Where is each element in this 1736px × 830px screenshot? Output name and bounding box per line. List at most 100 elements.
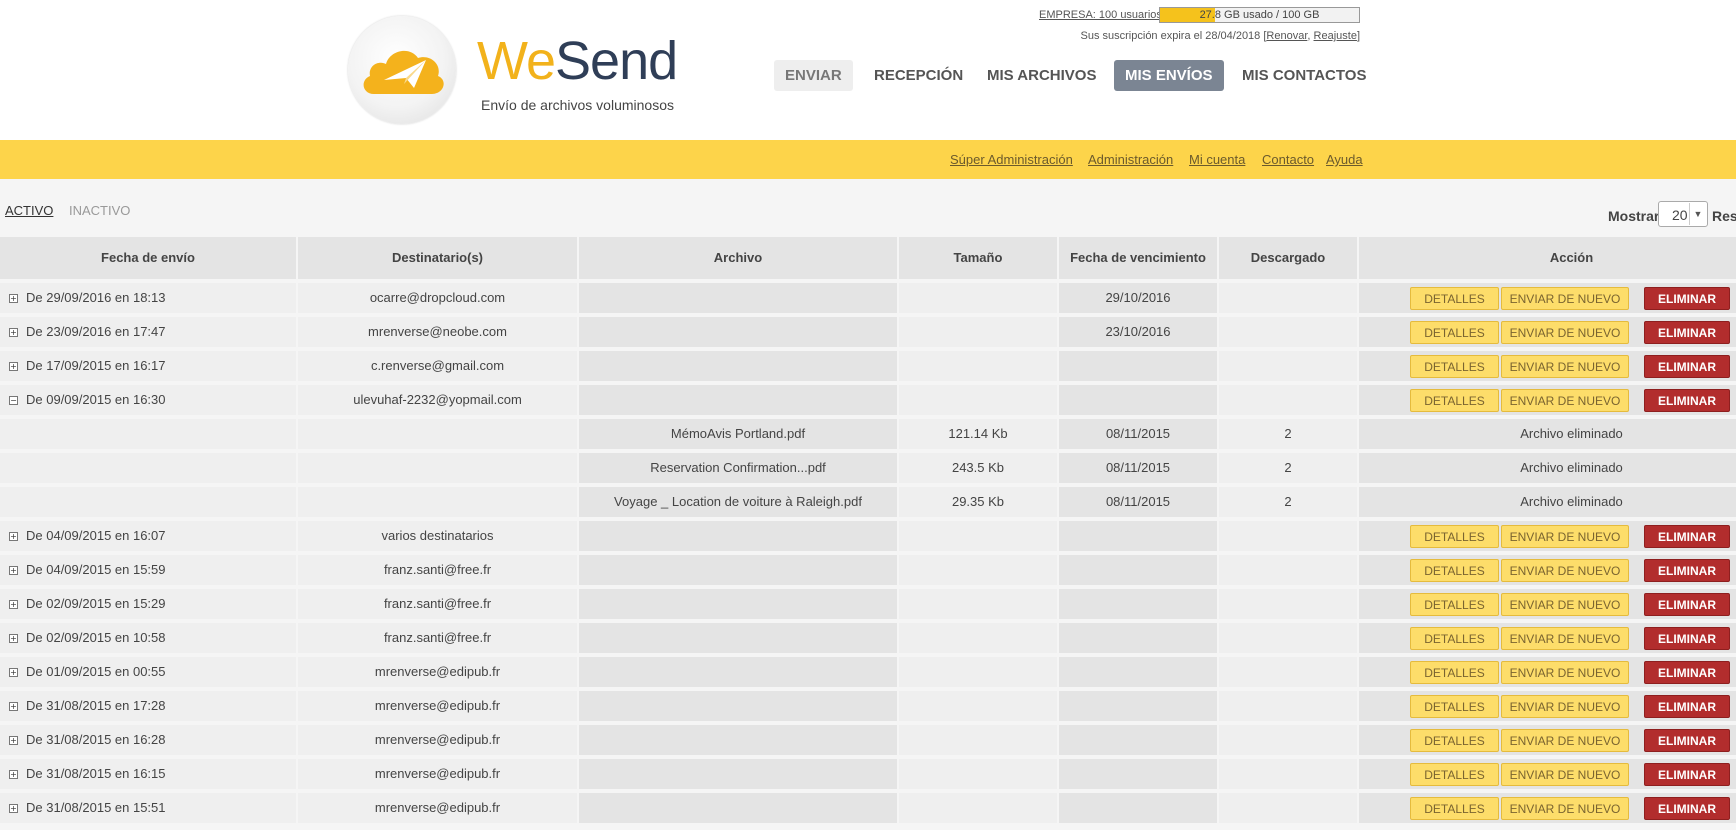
cell-file xyxy=(579,521,897,551)
resend-button[interactable]: ENVIAR DE NUEVO xyxy=(1501,559,1629,582)
resend-button[interactable]: ENVIAR DE NUEVO xyxy=(1501,661,1629,684)
link-ayuda[interactable]: Ayuda xyxy=(1326,152,1363,167)
renew-link[interactable]: Renovar xyxy=(1266,30,1307,42)
expand-icon[interactable]: + xyxy=(9,668,18,677)
resend-button[interactable]: ENVIAR DE NUEVO xyxy=(1501,389,1629,412)
col-header-size[interactable]: Tamaño xyxy=(899,237,1057,279)
cell-file xyxy=(579,385,897,415)
col-header-date[interactable]: Fecha de envío xyxy=(0,237,296,279)
cell-date: + De 02/09/2015 en 15:29 xyxy=(0,589,296,619)
cell-recipient: mrenverse@edipub.fr xyxy=(298,725,577,755)
file-status: Archivo eliminado xyxy=(1520,426,1623,441)
cell-file xyxy=(579,317,897,347)
resend-button[interactable]: ENVIAR DE NUEVO xyxy=(1501,321,1629,344)
details-button[interactable]: DETALLES xyxy=(1410,525,1499,548)
value-file[interactable]: Voyage _ Location de voiture à Raleigh.p… xyxy=(614,494,862,509)
resend-button[interactable]: ENVIAR DE NUEVO xyxy=(1501,797,1629,820)
nav-mis-envios[interactable]: MIS ENVÍOS xyxy=(1114,60,1224,91)
delete-button[interactable]: ELIMINAR xyxy=(1644,695,1730,718)
resend-button[interactable]: ENVIAR DE NUEVO xyxy=(1501,287,1629,310)
cell-downloaded xyxy=(1219,759,1357,789)
value-file[interactable]: Reservation Confirmation...pdf xyxy=(650,460,826,475)
details-button[interactable]: DETALLES xyxy=(1410,661,1499,684)
cell-file xyxy=(579,793,897,823)
resend-button[interactable]: ENVIAR DE NUEVO xyxy=(1501,627,1629,650)
details-button[interactable]: DETALLES xyxy=(1410,389,1499,412)
col-header-expiry[interactable]: Fecha de vencimiento xyxy=(1059,237,1217,279)
delete-button[interactable]: ELIMINAR xyxy=(1644,287,1730,310)
details-button[interactable]: DETALLES xyxy=(1410,695,1499,718)
expand-icon[interactable]: + xyxy=(9,294,18,303)
col-header-downloaded[interactable]: Descargado xyxy=(1219,237,1357,279)
nav-enviar[interactable]: ENVIAR xyxy=(774,60,853,91)
resend-button[interactable]: ENVIAR DE NUEVO xyxy=(1501,763,1629,786)
details-button[interactable]: DETALLES xyxy=(1410,321,1499,344)
delete-button[interactable]: ELIMINAR xyxy=(1644,661,1730,684)
cell-size: 121.14 Kb xyxy=(899,419,1057,449)
tab-activo[interactable]: ACTIVO xyxy=(5,203,53,218)
nav-mis-contactos[interactable]: MIS CONTACTOS xyxy=(1231,60,1377,91)
cell-file xyxy=(579,759,897,789)
expand-icon[interactable]: + xyxy=(9,804,18,813)
expand-icon[interactable]: + xyxy=(9,702,18,711)
expand-icon[interactable]: + xyxy=(9,736,18,745)
delete-button[interactable]: ELIMINAR xyxy=(1644,389,1730,412)
cell-size xyxy=(899,725,1057,755)
link-super-administracion[interactable]: Súper Administración xyxy=(950,152,1073,167)
col-header-file[interactable]: Archivo xyxy=(579,237,897,279)
cell-recipient: franz.santi@free.fr xyxy=(298,623,577,653)
tab-inactivo[interactable]: INACTIVO xyxy=(69,203,130,218)
expand-icon[interactable]: + xyxy=(9,566,18,575)
cell-recipient xyxy=(298,419,577,449)
details-button[interactable]: DETALLES xyxy=(1410,593,1499,616)
page-size-select[interactable]: 20 ▼ xyxy=(1658,201,1708,227)
collapse-icon[interactable]: − xyxy=(9,396,18,405)
details-button[interactable]: DETALLES xyxy=(1410,627,1499,650)
page-size-value: 20 xyxy=(1672,207,1688,223)
resend-button[interactable]: ENVIAR DE NUEVO xyxy=(1501,355,1629,378)
expand-icon[interactable]: + xyxy=(9,600,18,609)
details-button[interactable]: DETALLES xyxy=(1410,729,1499,752)
delete-button[interactable]: ELIMINAR xyxy=(1644,321,1730,344)
expand-icon[interactable]: + xyxy=(9,362,18,371)
nav-recepcion[interactable]: RECEPCIÓN xyxy=(863,60,974,91)
value-size: 243.5 Kb xyxy=(951,460,1005,475)
cell-expires xyxy=(1059,691,1217,721)
details-button[interactable]: DETALLES xyxy=(1410,559,1499,582)
expand-icon[interactable]: + xyxy=(9,634,18,643)
logo[interactable] xyxy=(348,16,456,124)
details-button[interactable]: DETALLES xyxy=(1410,763,1499,786)
cell-expires xyxy=(1059,589,1217,619)
delete-button[interactable]: ELIMINAR xyxy=(1644,355,1730,378)
expand-icon[interactable]: + xyxy=(9,328,18,337)
cell-date xyxy=(0,453,296,483)
details-button[interactable]: DETALLES xyxy=(1410,287,1499,310)
delete-button[interactable]: ELIMINAR xyxy=(1644,525,1730,548)
link-contacto[interactable]: Contacto xyxy=(1262,152,1314,167)
details-button[interactable]: DETALLES xyxy=(1410,797,1499,820)
link-mi-cuenta[interactable]: Mi cuenta xyxy=(1189,152,1245,167)
expand-icon[interactable]: + xyxy=(9,532,18,541)
delete-button[interactable]: ELIMINAR xyxy=(1644,593,1730,616)
details-button[interactable]: DETALLES xyxy=(1410,355,1499,378)
value-file[interactable]: MémoAvis Portland.pdf xyxy=(671,426,805,441)
nav-mis-archivos[interactable]: MIS ARCHIVOS xyxy=(976,60,1107,91)
delete-button[interactable]: ELIMINAR xyxy=(1644,729,1730,752)
readjust-link[interactable]: Reajuste xyxy=(1314,30,1357,42)
cell-date: + De 31/08/2015 en 16:28 xyxy=(0,725,296,755)
company-link[interactable]: EMPRESA: 100 usuarios xyxy=(1039,9,1162,21)
delete-button[interactable]: ELIMINAR xyxy=(1644,559,1730,582)
delete-button[interactable]: ELIMINAR xyxy=(1644,763,1730,786)
resend-button[interactable]: ENVIAR DE NUEVO xyxy=(1501,695,1629,718)
delete-button[interactable]: ELIMINAR xyxy=(1644,797,1730,820)
col-header-recipients[interactable]: Destinatario(s) xyxy=(298,237,577,279)
cell-date: + De 29/09/2016 en 18:13 xyxy=(0,283,296,313)
expand-icon[interactable]: + xyxy=(9,770,18,779)
link-administracion[interactable]: Administración xyxy=(1088,152,1173,167)
delete-button[interactable]: ELIMINAR xyxy=(1644,627,1730,650)
value-expires: 08/11/2015 xyxy=(1105,426,1171,441)
resend-button[interactable]: ENVIAR DE NUEVO xyxy=(1501,593,1629,616)
resend-button[interactable]: ENVIAR DE NUEVO xyxy=(1501,729,1629,752)
cell-size xyxy=(899,283,1057,313)
resend-button[interactable]: ENVIAR DE NUEVO xyxy=(1501,525,1629,548)
